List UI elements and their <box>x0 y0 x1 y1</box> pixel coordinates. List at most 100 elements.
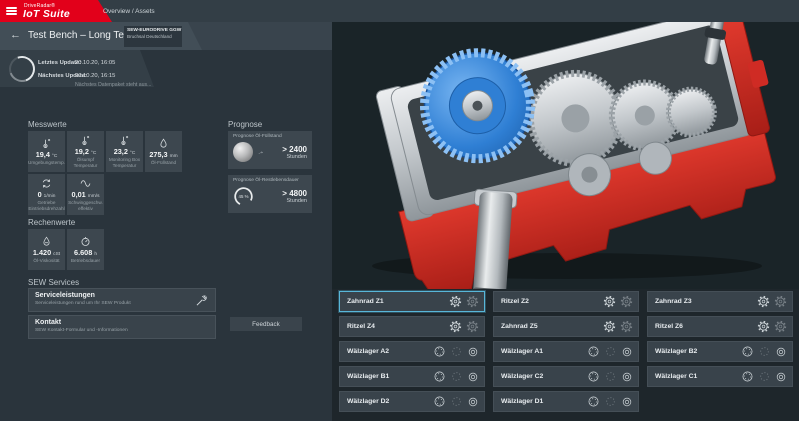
metric-unit: mm <box>170 154 178 159</box>
back-button[interactable]: ← <box>10 29 21 41</box>
parts-column-1: Zahnrad Z1 Ritzel Z4 Wälzlager A2 Wälzlager… <box>339 291 485 412</box>
part-button-zahnrad-z5[interactable]: Zahnrad Z5 <box>493 316 639 337</box>
bearing-rollers-icon <box>433 395 446 408</box>
org-chip: SEW-EURODRIVE GGW Bruchsal Deutschland <box>124 26 182 47</box>
update-spinner-icon <box>5 52 40 87</box>
service-item-desc: Serviceleistungen rund um Ihr SEW Produk… <box>35 301 209 306</box>
part-icons <box>433 345 479 358</box>
gear-icon <box>774 295 787 308</box>
menu-icon[interactable] <box>6 7 17 15</box>
gearbox-3d-render[interactable] <box>332 22 799 289</box>
parts-column-3: Zahnrad Z3 Ritzel Z6 Wälzlager B2 Wälzlager… <box>647 291 793 412</box>
part-icons <box>741 370 787 383</box>
part-icons <box>741 345 787 358</box>
messwerte-tiles: 19,4 °CUmgebungstemp.19,2 °CÖlsumpf Temp… <box>28 131 182 215</box>
prognose-unit: Stunden <box>282 198 307 204</box>
bearing-cage-icon <box>450 370 463 383</box>
bearing-rollers-icon <box>587 395 600 408</box>
metric-tile-umgebungstemp[interactable]: 19,4 °CUmgebungstemp. <box>28 131 65 172</box>
metric-unit: mm/s <box>88 194 100 199</box>
part-button-walzlager-c2[interactable]: Wälzlager C2 <box>493 366 639 387</box>
metric-tile-ol-viskositat[interactable]: 1.420 cStÖl-Viskosität <box>28 229 65 270</box>
section-title-messwerte: Messwerte <box>28 120 67 129</box>
rechenwerte-tiles: 1.420 cStÖl-Viskosität6.608 hBetriebsdau… <box>28 229 104 270</box>
metric-tile-ol-fullstand[interactable]: 275,3 mmÖl-Füllstand <box>145 131 182 172</box>
part-button-zahnrad-z3[interactable]: Zahnrad Z3 <box>647 291 793 312</box>
part-icons <box>449 295 479 308</box>
service-item-title: Kontakt <box>35 319 209 326</box>
part-button-walzlager-b2[interactable]: Wälzlager B2 <box>647 341 793 362</box>
bearing-cage-icon <box>604 370 617 383</box>
part-button-walzlager-d2[interactable]: Wälzlager D2 <box>339 391 485 412</box>
brand-logo: DriveRadar® IoT Suite <box>0 0 112 22</box>
metric-tile-schwinggeschw-effektiv[interactable]: 0,01 mm/sSchwinggeschw. effektiv <box>67 174 104 215</box>
droplet-icon <box>158 138 169 149</box>
gear-icon <box>757 295 770 308</box>
prognose-value: > 2400 <box>282 145 307 154</box>
gauge-icon <box>80 236 91 247</box>
metric-value: 6.608 h <box>74 248 97 257</box>
gear-icon <box>620 320 633 333</box>
part-button-walzlager-b1[interactable]: Wälzlager B1 <box>339 366 485 387</box>
service-item-kontakt[interactable]: KontaktSEW Kontakt-Formular und -Informa… <box>28 315 216 339</box>
breadcrumb[interactable]: Overview / Assets <box>103 8 155 15</box>
feedback-button[interactable]: Feedback <box>230 317 302 331</box>
service-item-serviceleistungen[interactable]: ServiceleistungenServiceleistungen rund … <box>28 288 216 312</box>
parts-grid: Zahnrad Z1 Ritzel Z4 Wälzlager A2 Wälzlager… <box>339 291 793 412</box>
parts-column-2: Ritzel Z2 Zahnrad Z5 Wälzlager A1 Wälzlager… <box>493 291 639 412</box>
part-icons <box>587 370 633 383</box>
part-label: Wälzlager D1 <box>501 398 543 405</box>
part-button-ritzel-z4[interactable]: Ritzel Z4 <box>339 316 485 337</box>
section-title-rechenwerte: Rechenwerte <box>28 218 75 227</box>
app-title: IoT Suite <box>23 8 70 20</box>
metric-value: 275,3 mm <box>149 150 177 159</box>
metric-tile-monitoring-box-temperatur[interactable]: 23,2 °CMonitoring Box Temperatur <box>106 131 143 172</box>
metric-tile-betriebsdauer[interactable]: 6.608 hBetriebsdauer <box>67 229 104 270</box>
part-button-walzlager-d1[interactable]: Wälzlager D1 <box>493 391 639 412</box>
part-label: Wälzlager C1 <box>655 373 697 380</box>
bearing-cage-icon <box>450 395 463 408</box>
bearing-rollers-icon <box>587 370 600 383</box>
bearing-cage-icon <box>758 370 771 383</box>
part-label: Wälzlager B2 <box>655 348 697 355</box>
part-icons <box>757 320 787 333</box>
bearing-cage-icon <box>604 345 617 358</box>
prognose-card-oel-fuellstand[interactable]: Prognose Öl-Füllstand → > 2400 Stunden <box>228 131 312 169</box>
thermometer-icon <box>119 135 130 146</box>
part-label: Zahnrad Z5 <box>501 323 538 330</box>
bearing-ring-icon <box>621 346 633 358</box>
metric-label: Betriebsdauer <box>70 258 101 263</box>
part-button-walzlager-a2[interactable]: Wälzlager A2 <box>339 341 485 362</box>
oil-drop-icon <box>41 236 52 247</box>
part-button-ritzel-z2[interactable]: Ritzel Z2 <box>493 291 639 312</box>
part-icons <box>433 395 479 408</box>
metric-tile-getriebe-eintriebsdrehzahl[interactable]: 0 1/minGetriebe Eintriebsdrehzahl <box>28 174 65 215</box>
metric-unit: °C <box>52 154 57 159</box>
gear-icon <box>449 295 462 308</box>
part-button-walzlager-a1[interactable]: Wälzlager A1 <box>493 341 639 362</box>
next-update-value: 20.10.20, 16:15 <box>75 73 115 79</box>
part-label: Zahnrad Z3 <box>655 298 692 305</box>
oil-level-gauge-icon <box>233 142 253 162</box>
metric-label: Schwinggeschw. effektiv <box>67 200 104 211</box>
metric-tile-olsumpf-temperatur[interactable]: 19,2 °CÖlsumpf Temperatur <box>67 131 104 172</box>
metric-value: 23,2 °C <box>114 147 136 156</box>
part-button-ritzel-z6[interactable]: Ritzel Z6 <box>647 316 793 337</box>
part-label: Zahnrad Z1 <box>347 298 384 305</box>
metric-label: Öl-Füllstand <box>150 160 177 165</box>
gear-icon <box>603 320 616 333</box>
bearing-ring-icon <box>467 396 479 408</box>
metric-label: Ölsumpf Temperatur <box>67 157 104 168</box>
update-info: Letztes Update:20.10.20, 16:05 Nächstes … <box>38 55 151 89</box>
asset-header: ← Test Bench – Long Term IEPE SEW-EURODR… <box>0 22 202 50</box>
bearing-rollers-icon <box>433 345 446 358</box>
prognose-card-oel-restlebensdauer[interactable]: Prognose Öl-Restlebensdauer 45 % > 4800 … <box>228 175 312 213</box>
bearing-ring-icon <box>467 346 479 358</box>
bearing-ring-icon <box>621 371 633 383</box>
top-bar: DriveRadar® IoT Suite Overview / Assets <box>0 0 799 22</box>
part-button-walzlager-c1[interactable]: Wälzlager C1 <box>647 366 793 387</box>
update-status-chip: Letztes Update:20.10.20, 16:05 Nächstes … <box>0 50 154 87</box>
gear-icon <box>620 295 633 308</box>
thermometer-icon <box>41 138 52 149</box>
part-button-zahnrad-z1[interactable]: Zahnrad Z1 <box>339 291 485 312</box>
